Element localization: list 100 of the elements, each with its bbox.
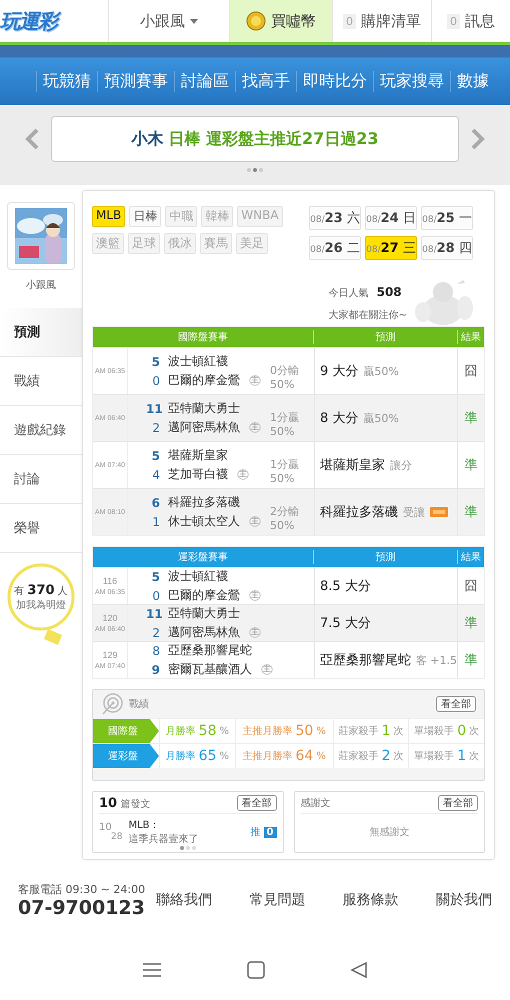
fan-label: 加我為明燈: [16, 598, 66, 612]
score: 11: [146, 606, 160, 620]
team-name: 亞特蘭大勇士: [168, 605, 240, 622]
score: 2: [151, 626, 160, 640]
home-icon[interactable]: [246, 961, 265, 979]
nav-item[interactable]: 找高手: [235, 70, 296, 92]
team-name: 邁阿密馬林魚: [168, 624, 240, 641]
coin-icon: [246, 11, 266, 31]
pick: 9 大分: [320, 363, 358, 380]
sport-tab[interactable]: 日棒: [129, 206, 162, 227]
fan-count: 有 370 人: [14, 583, 68, 598]
user-menu[interactable]: 小跟風: [140, 12, 185, 30]
post-text: 這季兵器壹來了: [128, 832, 198, 846]
section-title: 戰績: [129, 698, 149, 711]
nav-item[interactable]: 玩家搜尋: [373, 70, 450, 92]
menu-icon[interactable]: [142, 962, 162, 978]
result: 準: [457, 489, 484, 535]
date-tab[interactable]: 08/24 日: [365, 206, 417, 230]
popularity-count: 今日人氣 508: [328, 284, 403, 300]
pick-note: 讓分: [390, 458, 412, 472]
date-tab[interactable]: 08/28 四: [421, 236, 473, 260]
nav-item[interactable]: 即時比分: [296, 70, 373, 92]
odds: 50%: [270, 519, 296, 532]
view-all-button[interactable]: 看全部: [236, 795, 276, 811]
pick: 8.5 大分: [320, 578, 371, 595]
nav-item[interactable]: 預測賽事: [97, 70, 174, 92]
stat-cell: 單場殺手 1 次: [408, 744, 484, 768]
page-dot[interactable]: [186, 846, 190, 850]
stat-cell: 莊家殺手 2 次: [332, 744, 408, 768]
column-header: 結果: [460, 331, 482, 344]
handicap-line: 2分輸: [270, 504, 300, 519]
post-date: 10 28: [99, 822, 122, 842]
stat-cell: 月勝率 65 %: [159, 744, 235, 768]
logo[interactable]: 玩運彩: [0, 8, 108, 34]
result: 準: [457, 605, 484, 641]
bulb-icon: [6, 563, 76, 647]
pick-note: 客 +1.5: [416, 652, 458, 668]
game-number: 116: [102, 576, 118, 586]
messages-link[interactable]: 訊息: [465, 12, 495, 30]
cart-link[interactable]: 購牌清單: [361, 12, 421, 30]
team-name: 波士頓紅襪: [168, 353, 228, 370]
pick-note: 贏50%: [363, 410, 399, 426]
count-badge: 0: [447, 14, 460, 28]
side-tab[interactable]: 榮譽: [0, 504, 82, 553]
phone-label: 客服電話 09:30 ~ 24:00: [18, 882, 146, 896]
home-mark: 主: [249, 422, 261, 433]
back-icon[interactable]: [350, 961, 368, 979]
page-dot[interactable]: [192, 846, 196, 850]
footer-link[interactable]: 關於我們: [436, 891, 492, 909]
caret-icon: [190, 18, 198, 24]
post-title[interactable]: MLB：: [128, 818, 198, 832]
home-mark: 主: [249, 516, 261, 527]
view-all-button[interactable]: 看全部: [438, 795, 478, 811]
sport-tab[interactable]: MLB: [92, 206, 126, 227]
team-name: 科羅拉多落磯: [168, 494, 240, 511]
nav-item[interactable]: 討論區: [174, 70, 235, 92]
page-dot[interactable]: [259, 168, 263, 172]
footer-link[interactable]: 服務條款: [342, 891, 399, 909]
side-tab[interactable]: 遊戲紀錄: [0, 406, 82, 455]
handicap-line: 0分輸: [270, 363, 300, 378]
team-name: 芝加哥白襪: [168, 466, 228, 483]
odds: 50%: [270, 425, 296, 438]
date-tab[interactable]: 08/23 六: [309, 206, 361, 230]
team-name: 密爾瓦基釀酒人: [168, 661, 252, 678]
page-dot[interactable]: [247, 168, 251, 172]
chevron-left-icon[interactable]: [25, 128, 39, 150]
date-tab[interactable]: 08/25 一: [421, 206, 473, 230]
nav-item[interactable]: 玩競猜: [36, 70, 97, 92]
odds: 50%: [270, 472, 296, 485]
buy-coins-link[interactable]: 買噓幣: [271, 12, 316, 30]
page-dot[interactable]: [253, 168, 257, 172]
handicap-line: 1分贏: [270, 410, 300, 425]
score: 6: [150, 496, 160, 510]
chevron-right-icon[interactable]: [471, 128, 485, 150]
team-name: 休士頓太空人: [168, 513, 240, 530]
push-count: 0: [264, 826, 276, 838]
score: 2: [151, 420, 160, 434]
score: 0: [151, 374, 160, 388]
footer-link[interactable]: 常見問題: [249, 891, 306, 909]
promo-card[interactable]: 小木 日棒 運彩盤主推近27日過23: [51, 116, 459, 162]
date-tab[interactable]: 08/26 二: [309, 236, 361, 260]
view-all-button[interactable]: 看全部: [436, 696, 476, 712]
nav-item[interactable]: 數據: [450, 70, 495, 92]
game-number: 120: [102, 613, 118, 623]
footer-link[interactable]: 聯絡我們: [156, 891, 212, 909]
side-tab[interactable]: 預測: [0, 308, 82, 357]
section-title: 感謝文: [300, 796, 330, 810]
page-dot[interactable]: [180, 846, 184, 850]
home-mark: 主: [237, 469, 249, 480]
stat-label: 國際盤: [93, 719, 159, 743]
count-badge: 0: [343, 14, 356, 28]
game-number: 129: [102, 650, 118, 660]
column-header: 國際盤賽事: [177, 330, 229, 344]
pick: 8 大分: [320, 410, 358, 427]
score: 8: [151, 644, 160, 658]
date-tab[interactable]: 08/27 三: [365, 236, 417, 260]
phone-number[interactable]: 07-9700123: [18, 896, 146, 918]
side-tab[interactable]: 戰績: [0, 357, 82, 406]
side-tab[interactable]: 討論: [0, 455, 82, 504]
column-header: 預測: [313, 550, 458, 564]
